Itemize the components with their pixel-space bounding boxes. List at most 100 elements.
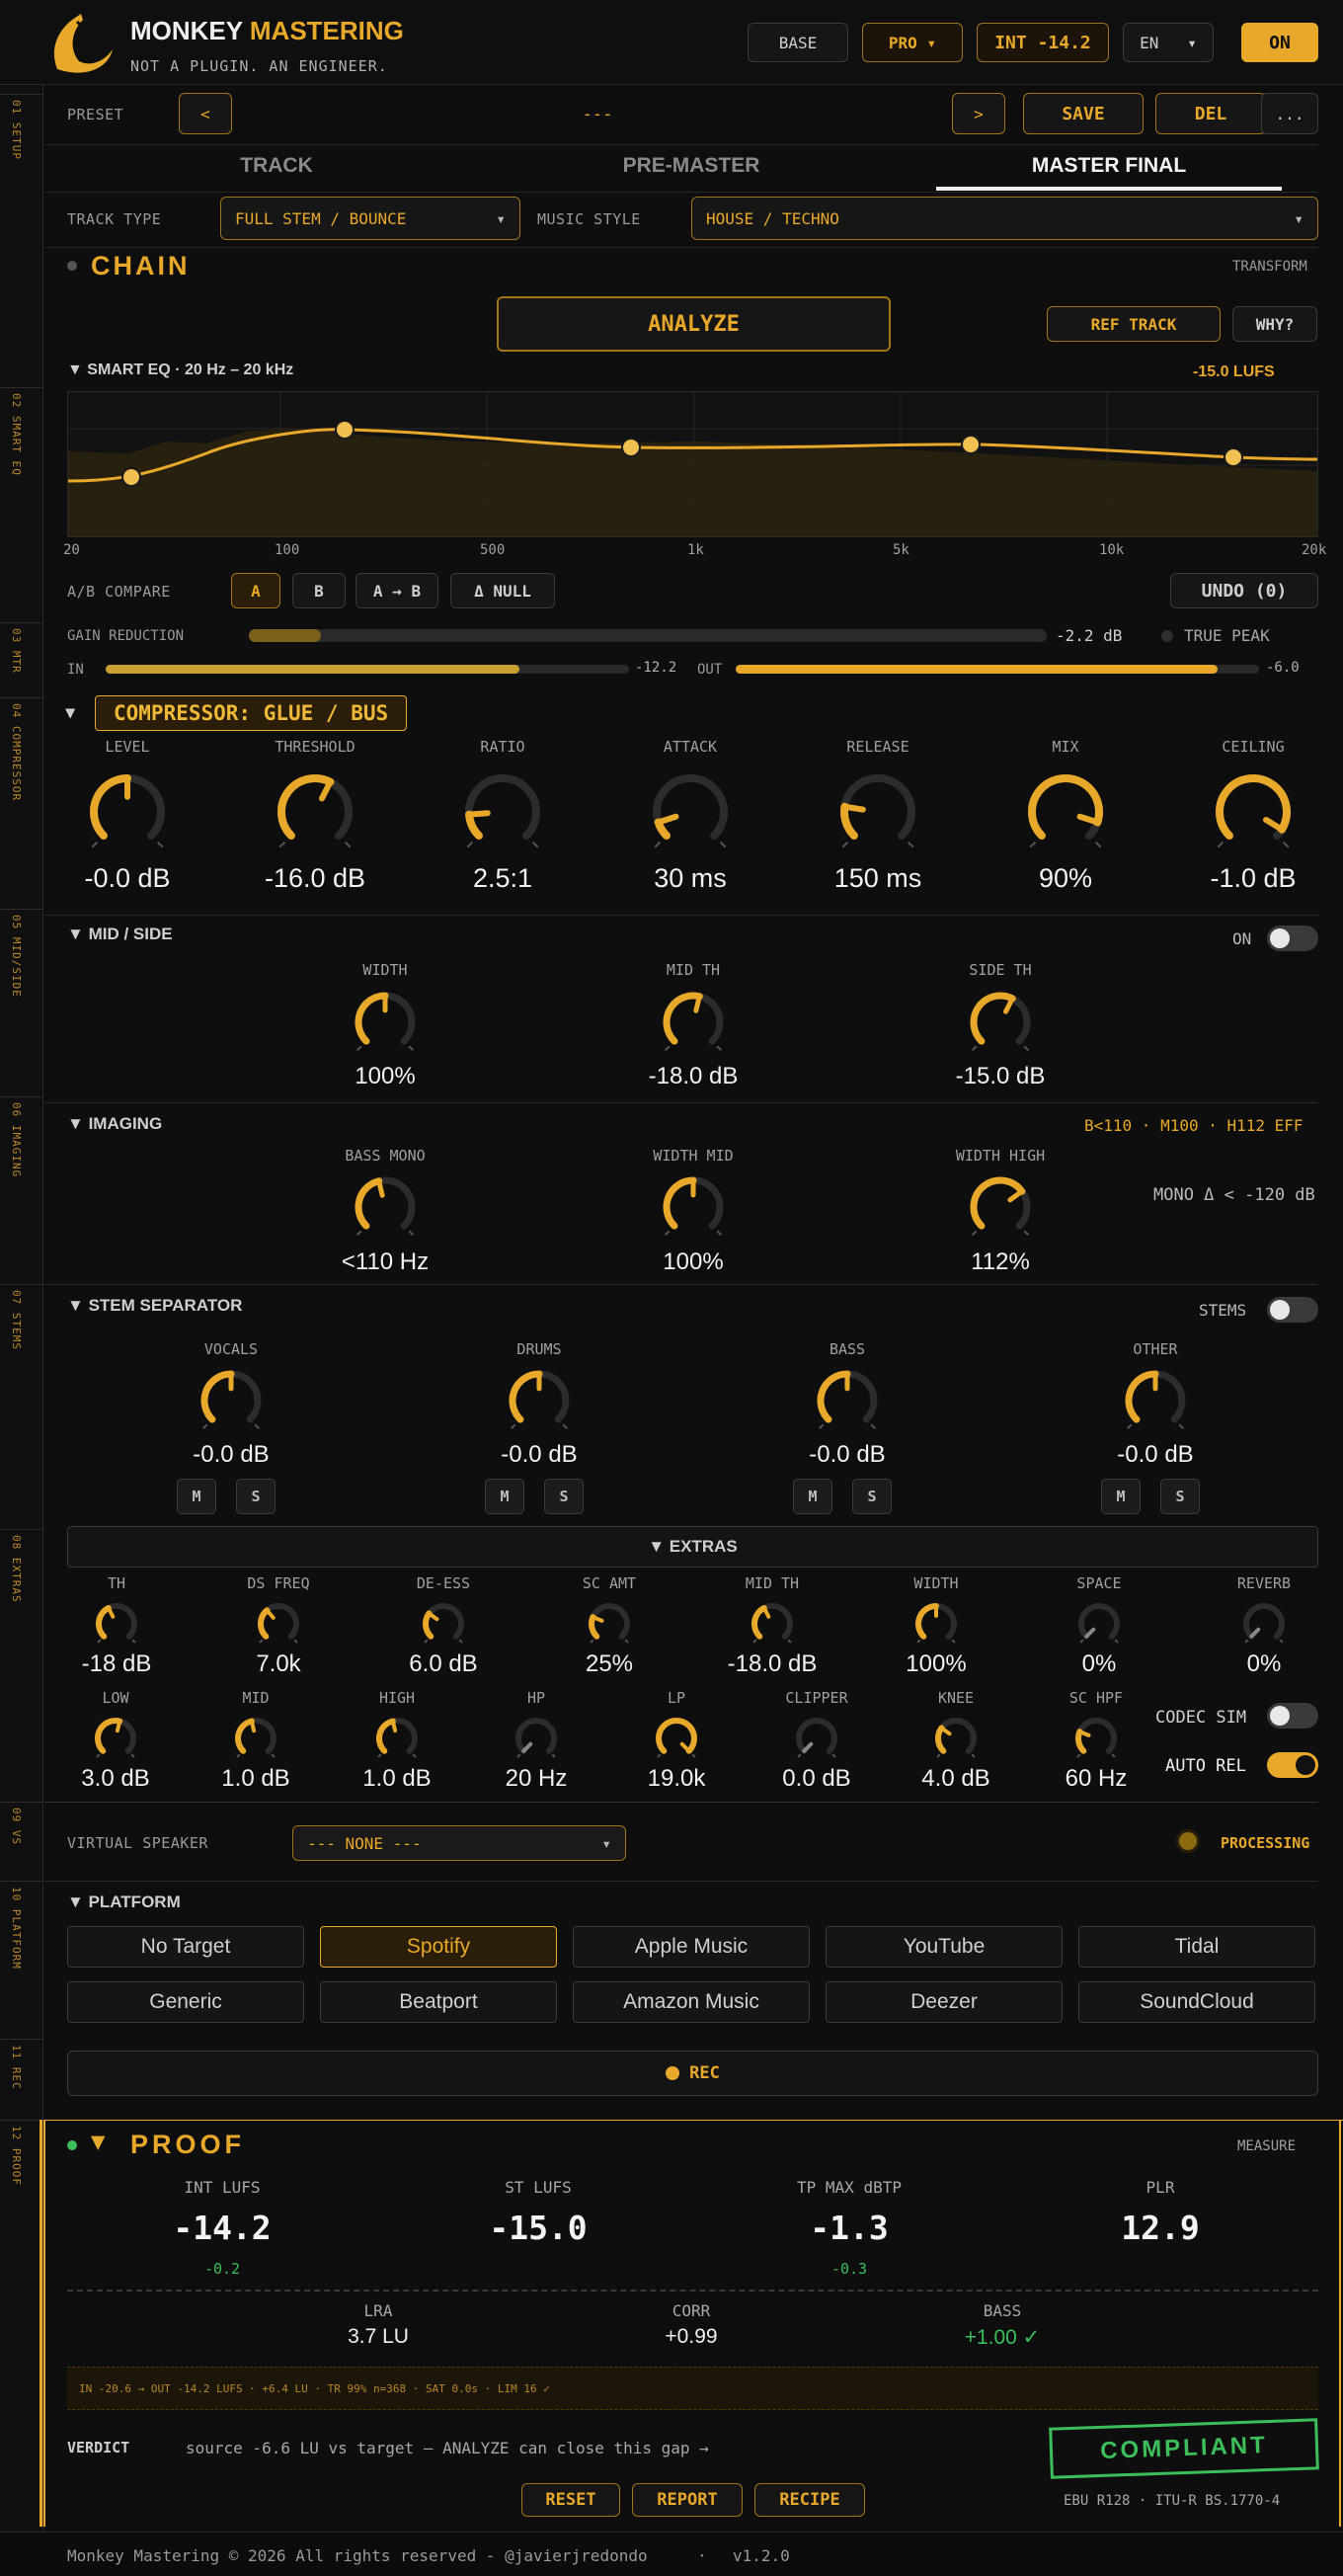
extras-low-knob[interactable] bbox=[88, 1711, 143, 1766]
platform-deezer-button[interactable]: Deezer bbox=[826, 1981, 1063, 2023]
collapse-icon[interactable]: ▼ bbox=[67, 1892, 84, 1911]
pro-button[interactable]: PRO ▾ bbox=[862, 23, 963, 62]
preset-more-button[interactable]: ... bbox=[1261, 93, 1318, 134]
tab-pre-master[interactable]: PRE-MASTER bbox=[592, 154, 790, 178]
preset-name[interactable]: --- bbox=[553, 105, 642, 124]
imaging-width-mid-knob[interactable] bbox=[657, 1170, 730, 1244]
report-button[interactable]: REPORT bbox=[632, 2483, 743, 2517]
collapse-icon[interactable]: ▼ bbox=[67, 1296, 84, 1315]
extras-high-knob[interactable] bbox=[369, 1711, 425, 1766]
collapse-icon[interactable]: ▼ bbox=[91, 2128, 105, 2155]
extras-knee-knob[interactable] bbox=[928, 1711, 984, 1766]
why-button[interactable]: WHY? bbox=[1232, 306, 1317, 342]
music-style-select[interactable]: HOUSE / TECHNO ▾ bbox=[691, 197, 1318, 240]
stem-mute-button[interactable]: M bbox=[177, 1479, 216, 1514]
extras-sc-hpf-knob[interactable] bbox=[1068, 1711, 1124, 1766]
undo-button[interactable]: UNDO (0) bbox=[1170, 573, 1318, 608]
compressor-threshold-knob[interactable] bbox=[272, 768, 358, 855]
extras-clipper-knob[interactable] bbox=[789, 1711, 844, 1766]
platform-generic-button[interactable]: Generic bbox=[67, 1981, 304, 2023]
extras-width-knob[interactable] bbox=[908, 1596, 964, 1651]
codec-sim-toggle[interactable] bbox=[1267, 1703, 1318, 1729]
extras-mid-knob[interactable] bbox=[228, 1711, 283, 1766]
eq-graph[interactable] bbox=[67, 391, 1318, 537]
extras-space-knob[interactable] bbox=[1071, 1596, 1127, 1651]
null-button[interactable]: Δ NULL bbox=[450, 573, 555, 608]
rail-label[interactable]: 09 VS bbox=[10, 1808, 23, 1845]
extras-hp-knob[interactable] bbox=[509, 1711, 564, 1766]
ab-b-button[interactable]: B bbox=[292, 573, 346, 608]
preset-prev-button[interactable]: < bbox=[179, 93, 232, 134]
stem-mute-button[interactable]: M bbox=[1101, 1479, 1141, 1514]
compressor-mix-knob[interactable] bbox=[1022, 768, 1109, 855]
extras-de-ess-knob[interactable] bbox=[416, 1596, 471, 1651]
imaging-bass-mono-knob[interactable] bbox=[349, 1170, 422, 1244]
rail-label[interactable]: 01 SETUP bbox=[10, 100, 23, 160]
platform-no-target-button[interactable]: No Target bbox=[67, 1926, 304, 1968]
recipe-button[interactable]: RECIPE bbox=[754, 2483, 865, 2517]
rec-button[interactable]: REC bbox=[67, 2051, 1318, 2096]
collapse-icon[interactable]: ▼ bbox=[67, 362, 83, 378]
collapse-icon[interactable]: ▼ bbox=[65, 703, 75, 723]
stem-solo-button[interactable]: S bbox=[236, 1479, 276, 1514]
ab-a-to-b-button[interactable]: A → B bbox=[356, 573, 438, 608]
stem-solo-button[interactable]: S bbox=[852, 1479, 892, 1514]
stem-other-knob[interactable] bbox=[1119, 1364, 1192, 1437]
ref-track-button[interactable]: REF TRACK bbox=[1047, 306, 1221, 342]
rail-label[interactable]: 11 REC bbox=[10, 2045, 23, 2090]
preset-save-button[interactable]: SAVE bbox=[1023, 93, 1144, 134]
power-button[interactable]: ON bbox=[1241, 23, 1318, 62]
mid-side-toggle[interactable] bbox=[1267, 926, 1318, 951]
extras-ds-freq-knob[interactable] bbox=[251, 1596, 306, 1651]
platform-tidal-button[interactable]: Tidal bbox=[1078, 1926, 1315, 1968]
rail-label[interactable]: 10 PLATFORM bbox=[10, 1887, 23, 1970]
rail-label[interactable]: 08 EXTRAS bbox=[10, 1535, 23, 1603]
rail-label[interactable]: 06 IMAGING bbox=[10, 1102, 23, 1177]
extras-mid-th-knob[interactable] bbox=[745, 1596, 800, 1651]
compressor-release-knob[interactable] bbox=[834, 768, 921, 855]
collapse-icon[interactable]: ▼ bbox=[67, 1114, 84, 1133]
extras-th-knob[interactable] bbox=[89, 1596, 144, 1651]
platform-spotify-button[interactable]: Spotify bbox=[320, 1926, 557, 1968]
auto-release-toggle[interactable] bbox=[1267, 1752, 1318, 1778]
midside-mid-th-knob[interactable] bbox=[657, 986, 730, 1059]
rail-label[interactable]: 05 MID/SIDE bbox=[10, 915, 23, 998]
rail-label[interactable]: 03 MTR bbox=[10, 628, 23, 674]
rail-label[interactable]: 02 SMART EQ bbox=[10, 393, 23, 476]
extras-sc-amt-knob[interactable] bbox=[582, 1596, 637, 1651]
stem-mute-button[interactable]: M bbox=[485, 1479, 524, 1514]
stem-mute-button[interactable]: M bbox=[793, 1479, 832, 1514]
rail-label[interactable]: 07 STEMS bbox=[10, 1290, 23, 1350]
stems-toggle[interactable] bbox=[1267, 1297, 1318, 1323]
stem-vocals-knob[interactable] bbox=[195, 1364, 268, 1437]
extras-reverb-knob[interactable] bbox=[1236, 1596, 1292, 1651]
tab-track[interactable]: TRACK bbox=[198, 154, 356, 178]
compressor-ceiling-knob[interactable] bbox=[1210, 768, 1297, 855]
imaging-width-high-knob[interactable] bbox=[964, 1170, 1037, 1244]
stem-bass-knob[interactable] bbox=[811, 1364, 884, 1437]
preset-next-button[interactable]: > bbox=[952, 93, 1005, 134]
analyze-button[interactable]: ANALYZE bbox=[497, 296, 891, 352]
ab-a-button[interactable]: A bbox=[231, 573, 280, 608]
platform-beatport-button[interactable]: Beatport bbox=[320, 1981, 557, 2023]
platform-youtube-button[interactable]: YouTube bbox=[826, 1926, 1063, 1968]
language-select[interactable]: EN ▾ bbox=[1123, 23, 1214, 62]
midside-width-knob[interactable] bbox=[349, 986, 422, 1059]
midside-side-th-knob[interactable] bbox=[964, 986, 1037, 1059]
track-type-select[interactable]: FULL STEM / BOUNCE ▾ bbox=[220, 197, 520, 240]
preset-delete-button[interactable]: DEL bbox=[1155, 93, 1266, 134]
base-button[interactable]: BASE bbox=[748, 23, 848, 62]
stem-drums-knob[interactable] bbox=[503, 1364, 576, 1437]
rail-label[interactable]: 04 COMPRESSOR bbox=[10, 703, 23, 801]
reset-button[interactable]: RESET bbox=[521, 2483, 620, 2517]
platform-amazon-music-button[interactable]: Amazon Music bbox=[573, 1981, 810, 2023]
rail-label[interactable]: 12 PROOF bbox=[10, 2126, 23, 2186]
extras-lp-knob[interactable] bbox=[649, 1711, 704, 1766]
tab-master-final[interactable]: MASTER FINAL bbox=[936, 154, 1282, 178]
platform-apple-music-button[interactable]: Apple Music bbox=[573, 1926, 810, 1968]
compressor-ratio-knob[interactable] bbox=[459, 768, 546, 855]
stem-solo-button[interactable]: S bbox=[1160, 1479, 1200, 1514]
compressor-title[interactable]: COMPRESSOR: GLUE / BUS bbox=[95, 695, 408, 731]
compressor-level-knob[interactable] bbox=[84, 768, 171, 855]
virtual-speaker-select[interactable]: --- NONE --- ▾ bbox=[292, 1825, 626, 1861]
